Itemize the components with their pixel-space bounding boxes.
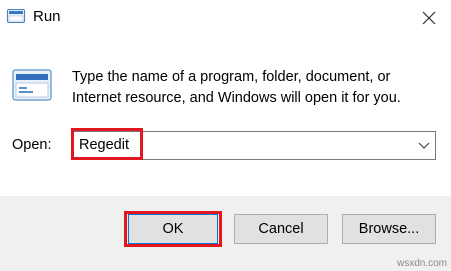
watermark: wsxdn.com <box>396 258 447 269</box>
browse-button[interactable]: Browse... <box>342 214 436 244</box>
title-bar: Run <box>0 0 451 36</box>
close-icon <box>422 11 436 25</box>
run-app-icon <box>12 69 52 101</box>
description-text: Type the name of a program, folder, docu… <box>72 69 401 106</box>
open-label: Open: <box>12 137 52 153</box>
cancel-button[interactable]: Cancel <box>234 214 328 244</box>
highlight-box-open <box>71 128 143 160</box>
run-icon <box>7 9 25 23</box>
close-button[interactable] <box>407 0 451 36</box>
highlight-box-ok <box>124 211 222 247</box>
chevron-down-icon[interactable] <box>417 137 431 153</box>
window-title: Run <box>33 8 61 25</box>
